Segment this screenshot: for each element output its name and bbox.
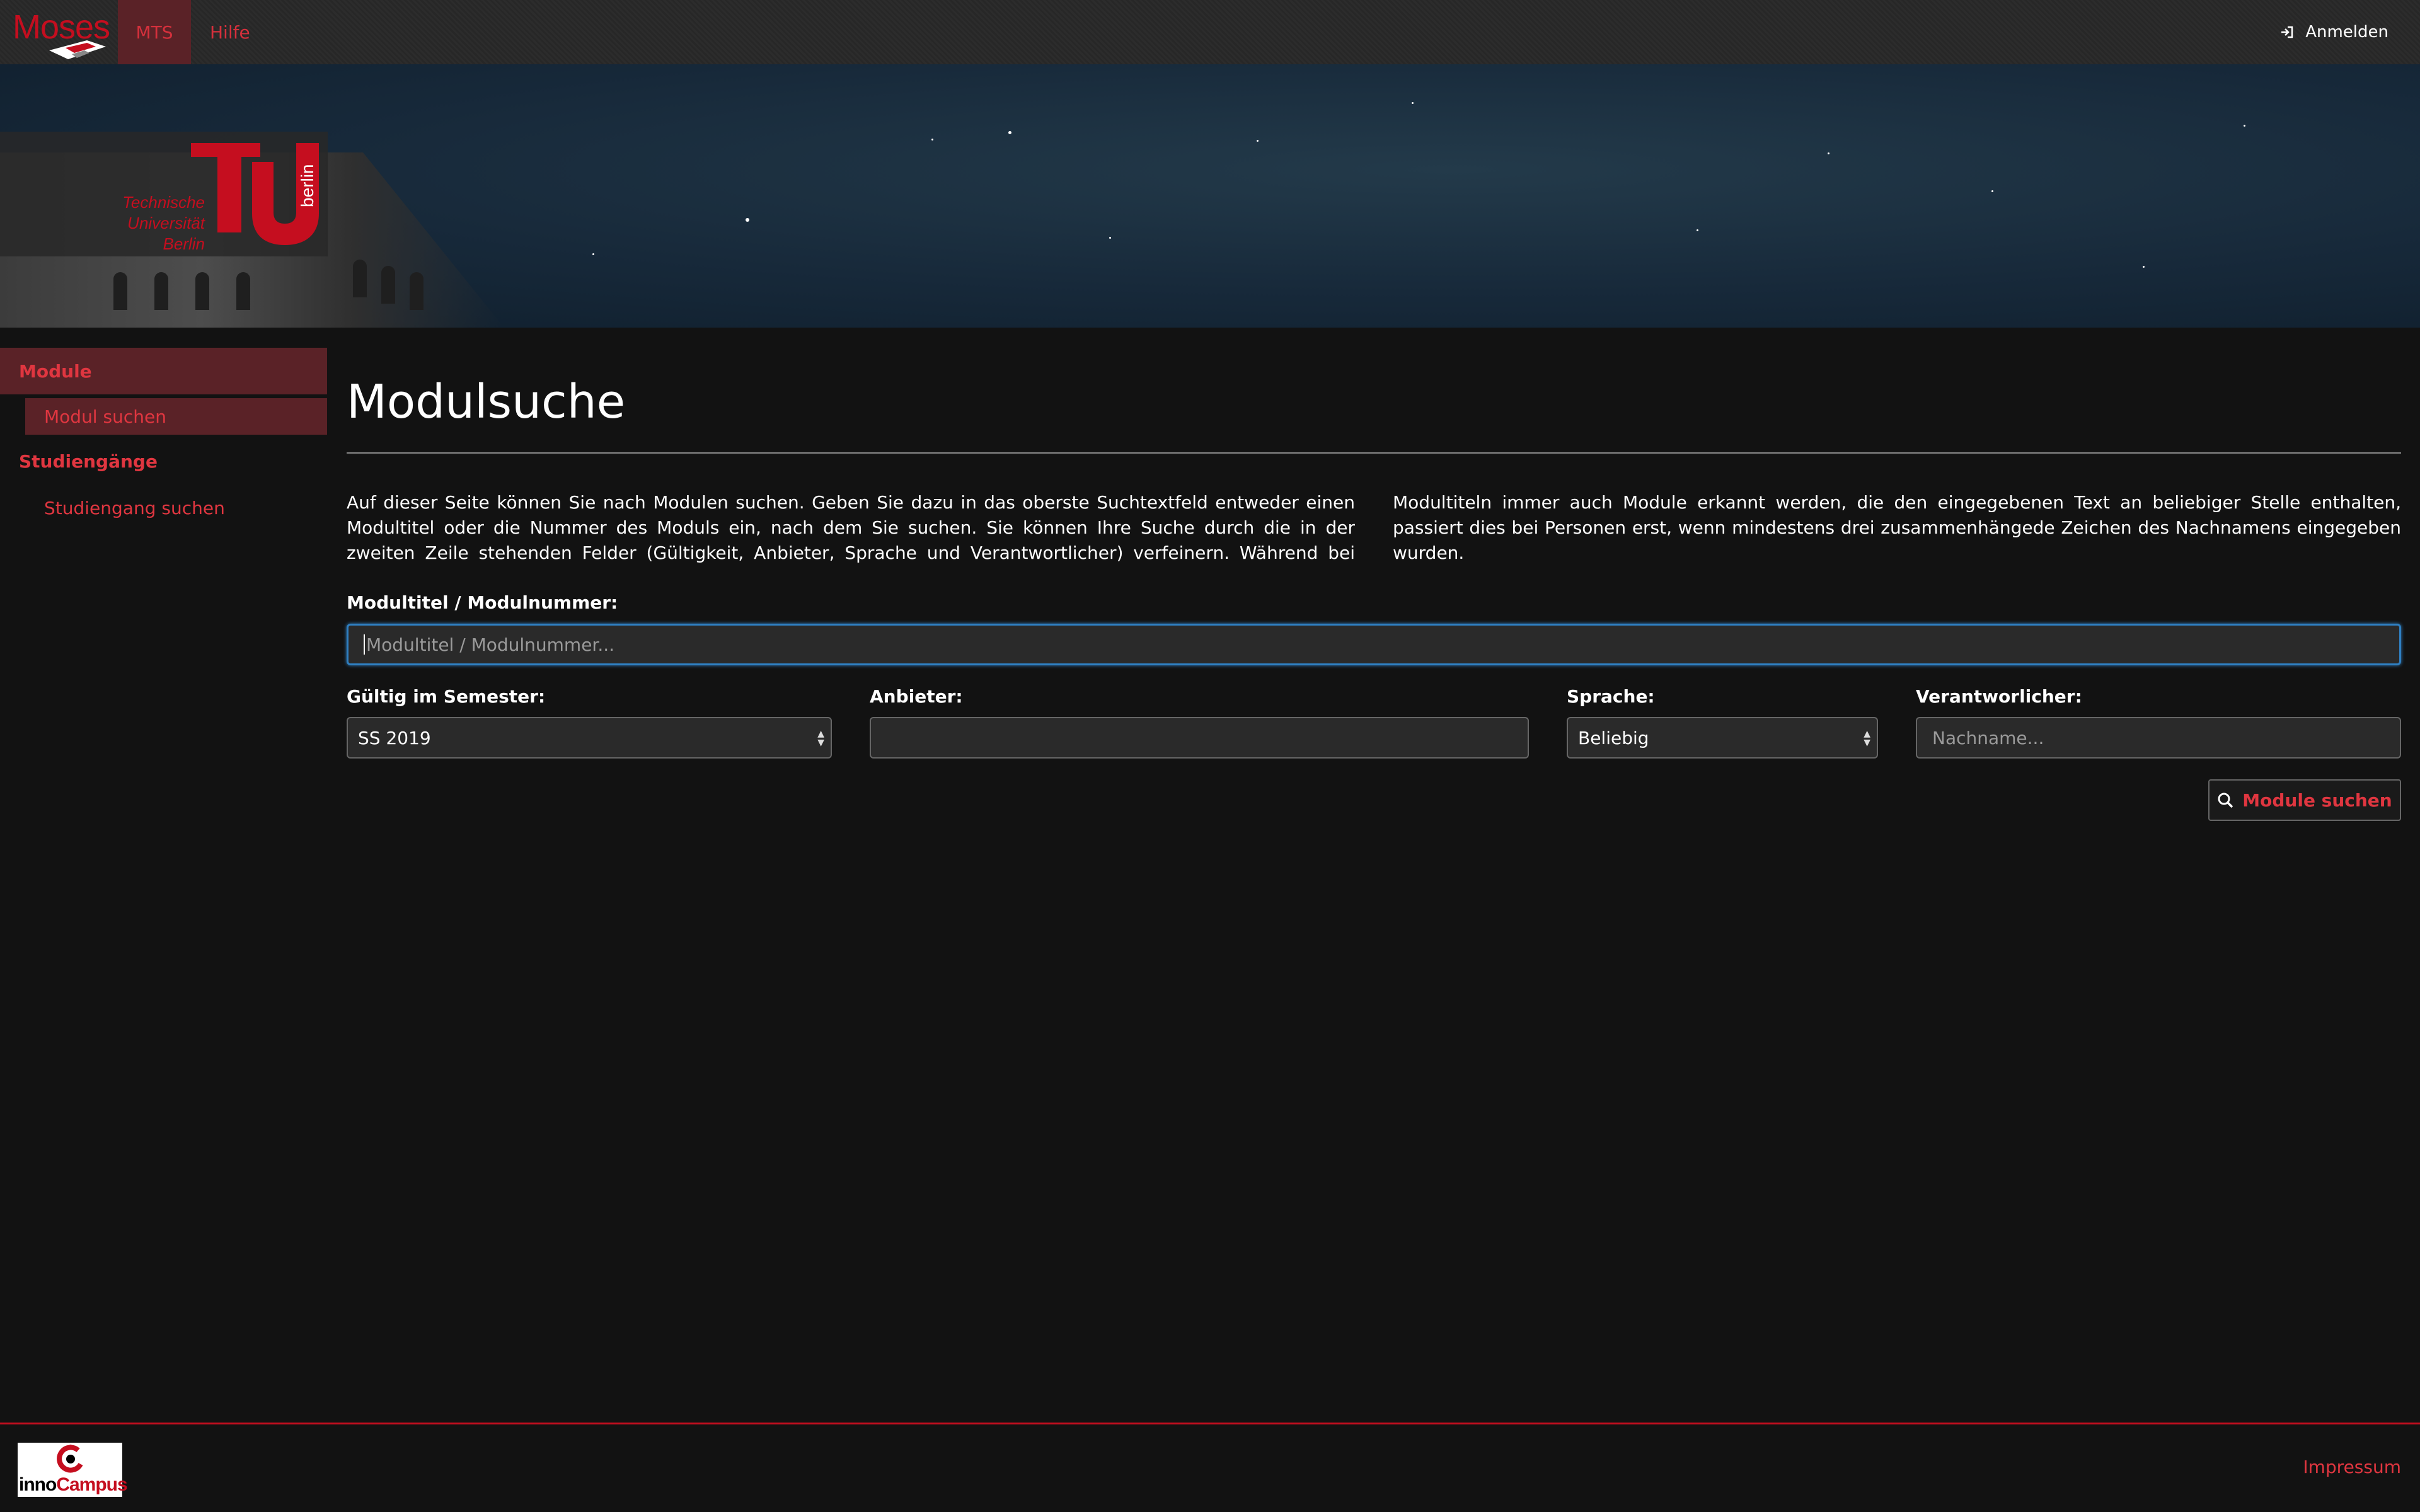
impressum-link[interactable]: Impressum — [2303, 1457, 2401, 1477]
verantwortlicher-input[interactable]: Nachname... — [1916, 717, 2401, 759]
nav-item-mts[interactable]: MTS — [118, 0, 191, 64]
top-navbar: Moses MTS Hilfe Anmelden — [0, 0, 2420, 64]
sign-in-icon — [2281, 26, 2293, 38]
sidebar-item-studiengang-suchen[interactable]: Studiengang suchen — [44, 498, 225, 518]
search-icon — [2218, 793, 2233, 808]
title-divider — [347, 452, 2401, 454]
university-name: Technische Universität Berlin — [0, 192, 205, 255]
semester-select[interactable]: SS 2019 ▲ ▼ — [347, 717, 832, 759]
login-label: Anmelden — [2305, 23, 2388, 42]
page-title: Modulsuche — [347, 375, 626, 429]
sidebar-section-studiengaenge[interactable]: Studiengänge — [19, 451, 158, 472]
university-name-line-2: Universität — [127, 214, 205, 232]
university-name-line-1: Technische — [122, 193, 205, 212]
innocampus-text-campus: Campus — [56, 1474, 127, 1495]
module-search-input[interactable]: Modultitel / Modulnummer... — [347, 624, 2401, 665]
sidebar-section-module[interactable]: Module — [0, 348, 327, 394]
anbieter-input[interactable] — [870, 717, 1529, 759]
sprache-value: Beliebig — [1578, 727, 1649, 748]
header-banner: Technische Universität Berlin berlin — [0, 64, 2420, 328]
module-search-button[interactable]: Module suchen — [2208, 779, 2401, 821]
moses-logo-mark-icon — [49, 40, 106, 59]
innocampus-mark-icon — [57, 1445, 83, 1473]
select-arrows-icon: ▲ ▼ — [1864, 729, 1870, 748]
tu-logo-icon: berlin — [191, 143, 319, 245]
semester-label: Gültig im Semester: — [347, 686, 546, 707]
tu-berlin-logo[interactable]: Technische Universität Berlin berlin — [0, 132, 328, 256]
innocampus-logo[interactable]: innoCampus — [18, 1443, 128, 1497]
sidebar-item-modul-suchen[interactable]: Modul suchen — [25, 398, 327, 435]
innocampus-text-inno: inno — [19, 1474, 57, 1495]
sprache-select[interactable]: Beliebig ▲ ▼ — [1567, 717, 1878, 759]
select-arrows-icon: ▲ ▼ — [817, 729, 824, 748]
anbieter-label: Anbieter: — [870, 686, 963, 707]
nav-item-hilfe[interactable]: Hilfe — [210, 0, 250, 64]
moses-logo[interactable]: Moses — [11, 5, 110, 59]
sprache-label: Sprache: — [1567, 686, 1655, 707]
footer-divider — [0, 1423, 2420, 1424]
verantwortlicher-label: Verantworlicher: — [1916, 686, 2082, 707]
intro-text: Auf dieser Seite können Sie nach Modulen… — [347, 492, 2401, 563]
university-name-line-3: Berlin — [163, 234, 205, 253]
text-caret — [364, 634, 365, 655]
search-placeholder: Modultitel / Modulnummer... — [366, 634, 615, 655]
verantwortlicher-placeholder: Nachname... — [1932, 727, 2044, 748]
search-label: Modultitel / Modulnummer: — [347, 592, 618, 613]
semester-value: SS 2019 — [358, 727, 431, 748]
innocampus-text: innoCampus — [19, 1474, 128, 1496]
svg-text:berlin: berlin — [297, 164, 317, 207]
search-button-label: Module suchen — [2242, 789, 2392, 811]
login-link[interactable]: Anmelden — [2280, 0, 2388, 64]
